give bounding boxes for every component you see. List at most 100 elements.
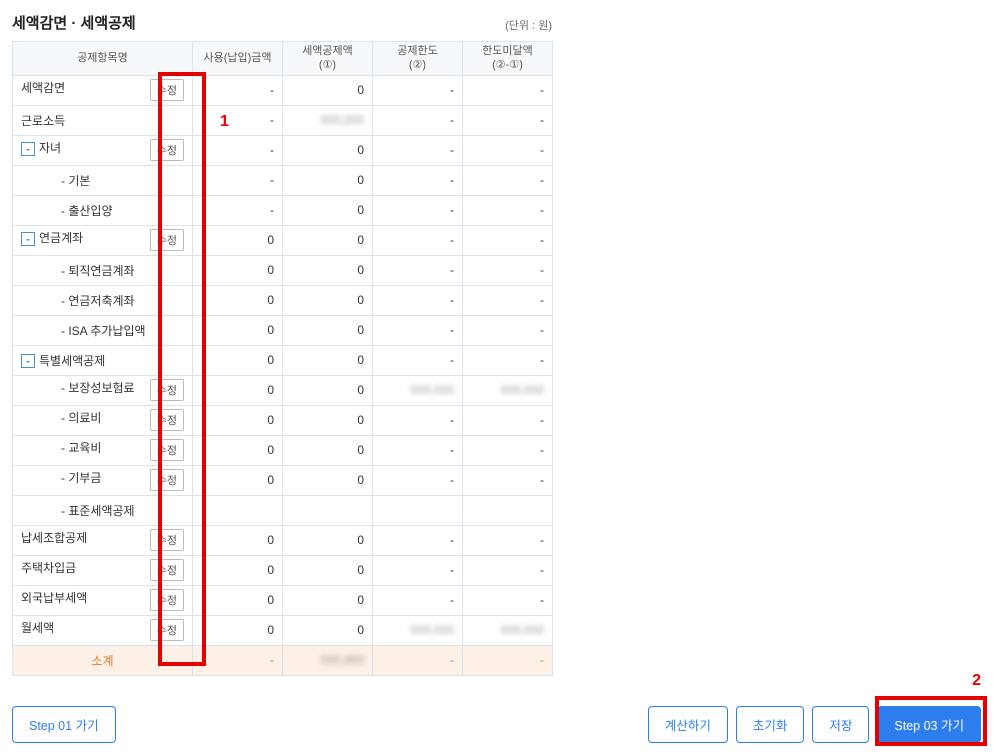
row-value-cell: 000,000: [373, 375, 463, 405]
table-row: 근로소득-000,000--: [13, 105, 553, 135]
row-value-cell: 0: [193, 225, 283, 255]
table-row: - 의료비수정00--: [13, 405, 553, 435]
row-value-cell: -: [193, 75, 283, 105]
row-value-cell: 0: [193, 585, 283, 615]
row-value-cell: -: [463, 285, 553, 315]
subtotal-value-cell: -: [193, 645, 283, 675]
row-value-cell: 0: [193, 555, 283, 585]
row-name-label: - 의료비: [61, 411, 101, 425]
row-name-label: - 기부금: [61, 471, 101, 485]
collapse-toggle-icon[interactable]: -: [21, 354, 35, 368]
row-value-cell: 000,000: [463, 615, 553, 645]
row-value-cell: 0: [283, 435, 373, 465]
row-value-cell: 0: [283, 315, 373, 345]
edit-button[interactable]: 수정: [150, 379, 184, 401]
row-name-label: 납세조합공제: [21, 531, 87, 545]
row-name-cell: - ISA 추가납입액: [13, 315, 193, 345]
edit-button[interactable]: 수정: [150, 619, 184, 641]
edit-button[interactable]: 수정: [150, 79, 184, 101]
table-row: 외국납부세액수정00--: [13, 585, 553, 615]
row-name-cell: 세액감면수정: [13, 75, 193, 105]
table-row: - 출산입양-0--: [13, 195, 553, 225]
edit-button[interactable]: 수정: [150, 139, 184, 161]
annotation-label-1: 1: [220, 113, 229, 131]
row-value-cell: -: [463, 345, 553, 375]
edit-button[interactable]: 수정: [150, 589, 184, 611]
row-value-cell: 000,000: [283, 105, 373, 135]
edit-button[interactable]: 수정: [150, 439, 184, 461]
row-value-cell: 0: [283, 585, 373, 615]
row-value-cell: -: [463, 555, 553, 585]
table-row: -자녀수정-0--: [13, 135, 553, 165]
row-value-cell: -: [463, 435, 553, 465]
subtotal-value-cell: 000,000: [283, 645, 373, 675]
table-row: - 보장성보험료수정00000,000000,000: [13, 375, 553, 405]
row-value-cell: -: [373, 465, 463, 495]
row-value-cell: -: [373, 555, 463, 585]
row-value-cell: -: [463, 465, 553, 495]
col-header-credit: 세액공제액(①): [283, 42, 373, 76]
row-name-label: 주택차입금: [21, 561, 76, 575]
table-row: - 기본-0--: [13, 165, 553, 195]
table-row: 월세액수정00000,000000,000: [13, 615, 553, 645]
row-value-cell: -: [373, 195, 463, 225]
table-row: -특별세액공제00--: [13, 345, 553, 375]
row-name-cell: - 연금저축계좌: [13, 285, 193, 315]
row-name-cell: 월세액 수정: [13, 615, 193, 645]
col-header-limit: 공제한도(②): [373, 42, 463, 76]
row-name-cell: -자녀 수정: [13, 135, 193, 165]
edit-button[interactable]: 수정: [150, 409, 184, 431]
row-value-cell: -: [373, 285, 463, 315]
subtotal-row: 소계-000,000--: [13, 645, 553, 675]
row-value-cell: [373, 495, 463, 525]
row-name-cell: - 기본: [13, 165, 193, 195]
row-value-cell: 0: [283, 615, 373, 645]
row-value-cell: -: [463, 585, 553, 615]
edit-button[interactable]: 수정: [150, 469, 184, 491]
collapse-toggle-icon[interactable]: -: [21, 232, 35, 246]
row-value-cell: -: [373, 225, 463, 255]
row-value-cell: 0: [193, 435, 283, 465]
row-value-cell: 0: [193, 345, 283, 375]
edit-button[interactable]: 수정: [150, 559, 184, 581]
calculate-button[interactable]: 계산하기: [648, 706, 728, 743]
row-name-label: - 표준세액공제: [61, 504, 135, 518]
row-name-label: - 보장성보험료: [61, 381, 135, 395]
row-value-cell: -: [373, 435, 463, 465]
step03-button[interactable]: Step 03 가기: [877, 706, 981, 743]
row-value-cell: 0: [283, 195, 373, 225]
collapse-toggle-icon[interactable]: -: [21, 142, 35, 156]
section-title: 세액감면 · 세액공제: [12, 12, 136, 33]
reset-button[interactable]: 초기화: [736, 706, 805, 743]
row-value-cell: 0: [193, 465, 283, 495]
row-name-cell: 근로소득: [13, 105, 193, 135]
row-value-cell: 0: [283, 405, 373, 435]
footer-buttons: Step 01 가기 계산하기 초기화 저장 Step 03 가기 2: [12, 706, 981, 743]
step01-button[interactable]: Step 01 가기: [12, 706, 116, 743]
col-header-name: 공제항목명: [13, 42, 193, 76]
row-value-cell: -: [373, 585, 463, 615]
row-value-cell: -: [193, 105, 283, 135]
row-value-cell: 0: [193, 285, 283, 315]
row-value-cell: -: [373, 345, 463, 375]
row-value-cell: 0: [283, 375, 373, 405]
edit-button[interactable]: 수정: [150, 229, 184, 251]
row-value-cell: 0: [283, 225, 373, 255]
table-row: - 퇴직연금계좌00--: [13, 255, 553, 285]
table-row: - 기부금수정00--: [13, 465, 553, 495]
row-value-cell: 0: [193, 255, 283, 285]
save-button[interactable]: 저장: [812, 706, 869, 743]
row-value-cell: -: [463, 105, 553, 135]
row-name-label: 자녀: [39, 141, 61, 155]
subtotal-value-cell: -: [463, 645, 553, 675]
col-header-usage: 사용(납입)금액: [193, 42, 283, 76]
row-name-label: - ISA 추가납입액: [61, 324, 146, 338]
row-value-cell: -: [463, 195, 553, 225]
row-value-cell: 0: [283, 135, 373, 165]
edit-button[interactable]: 수정: [150, 529, 184, 551]
row-value-cell: -: [463, 255, 553, 285]
row-value-cell: 0: [283, 345, 373, 375]
row-name-label: 월세액: [21, 621, 54, 635]
row-value-cell: 0: [193, 615, 283, 645]
row-name-cell: -특별세액공제: [13, 345, 193, 375]
